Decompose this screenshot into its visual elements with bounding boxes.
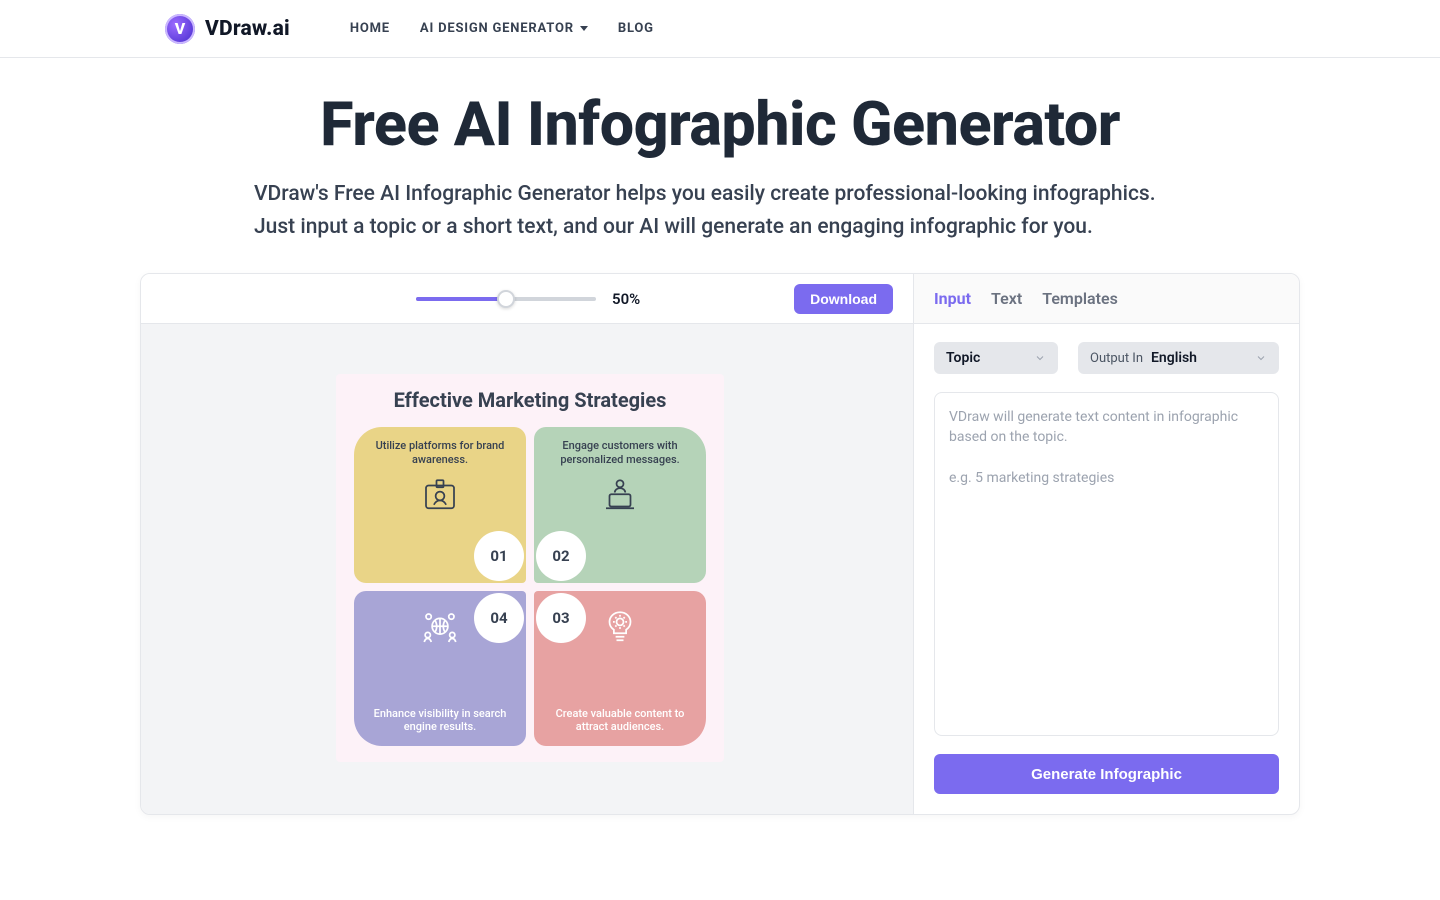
brand-name: VDraw.ai xyxy=(205,17,290,41)
topic-type-dropdown[interactable]: Topic xyxy=(934,342,1058,374)
sidebar: Input Text Templates Topic Output In Eng… xyxy=(913,274,1299,814)
person-laptop-icon xyxy=(599,475,641,517)
tile-2: Engage customers with personalized messa… xyxy=(534,427,706,583)
zoom-value: 50% xyxy=(612,290,640,308)
sidebar-tabs: Input Text Templates xyxy=(914,274,1299,324)
page-subtitle: VDraw's Free AI Infographic Generator he… xyxy=(240,178,1200,243)
tile-3: Create valuable content to attract audie… xyxy=(534,591,706,747)
zoom-slider-thumb[interactable] xyxy=(497,290,515,308)
preview-canvas[interactable]: Effective Marketing Strategies Utilize p… xyxy=(141,324,913,814)
top-nav: V VDraw.ai HOME AI DESIGN GENERATOR BLOG xyxy=(0,0,1440,58)
language-value: English xyxy=(1151,350,1197,366)
sidebar-controls: Topic Output In English xyxy=(914,324,1299,392)
output-in-label: Output In xyxy=(1090,351,1143,366)
language-dropdown[interactable]: Output In English xyxy=(1078,342,1279,374)
chevron-down-icon xyxy=(1034,352,1046,364)
nav-list: HOME AI DESIGN GENERATOR BLOG xyxy=(350,21,654,36)
zoom-slider[interactable] xyxy=(416,290,596,308)
infographic-preview: Effective Marketing Strategies Utilize p… xyxy=(336,374,724,762)
id-badge-icon xyxy=(419,475,461,517)
page-title: Free AI Infographic Generator xyxy=(0,88,1440,160)
preview-toolbar: 50% Download xyxy=(141,274,913,324)
tile-3-caption: Create valuable content to attract audie… xyxy=(548,707,692,735)
lightbulb-gear-icon xyxy=(599,607,641,649)
topic-type-value: Topic xyxy=(946,350,980,366)
brand[interactable]: V VDraw.ai xyxy=(165,14,290,44)
chevron-down-icon xyxy=(580,26,588,31)
tile-4: Enhance visibility in search engine resu… xyxy=(354,591,526,747)
tile-2-caption: Engage customers with personalized messa… xyxy=(548,439,692,467)
generate-button[interactable]: Generate Infographic xyxy=(934,754,1279,794)
tile-1-caption: Utilize platforms for brand awareness. xyxy=(368,439,512,467)
nav-blog[interactable]: BLOG xyxy=(618,21,654,36)
infographic-title: Effective Marketing Strategies xyxy=(394,388,667,413)
tab-input[interactable]: Input xyxy=(934,289,971,308)
hero: Free AI Infographic Generator VDraw's Fr… xyxy=(0,58,1440,243)
app-card: 50% Download Effective Marketing Strateg… xyxy=(140,273,1300,815)
tab-templates[interactable]: Templates xyxy=(1042,289,1118,308)
brand-logo-icon: V xyxy=(165,14,195,44)
chevron-down-icon xyxy=(1255,352,1267,364)
globe-people-icon xyxy=(419,607,461,649)
download-button[interactable]: Download xyxy=(794,284,893,314)
infographic-quadrants: Utilize platforms for brand awareness. E… xyxy=(354,427,706,746)
nav-home[interactable]: HOME xyxy=(350,21,390,36)
zoom-controls: 50% xyxy=(416,290,640,308)
tile-1: Utilize platforms for brand awareness. xyxy=(354,427,526,583)
preview-pane: 50% Download Effective Marketing Strateg… xyxy=(141,274,913,814)
tile-4-caption: Enhance visibility in search engine resu… xyxy=(368,707,512,735)
nav-ai-design-generator[interactable]: AI DESIGN GENERATOR xyxy=(420,21,588,36)
topic-input[interactable]: VDraw will generate text content in info… xyxy=(934,392,1279,736)
tab-text[interactable]: Text xyxy=(991,289,1022,308)
